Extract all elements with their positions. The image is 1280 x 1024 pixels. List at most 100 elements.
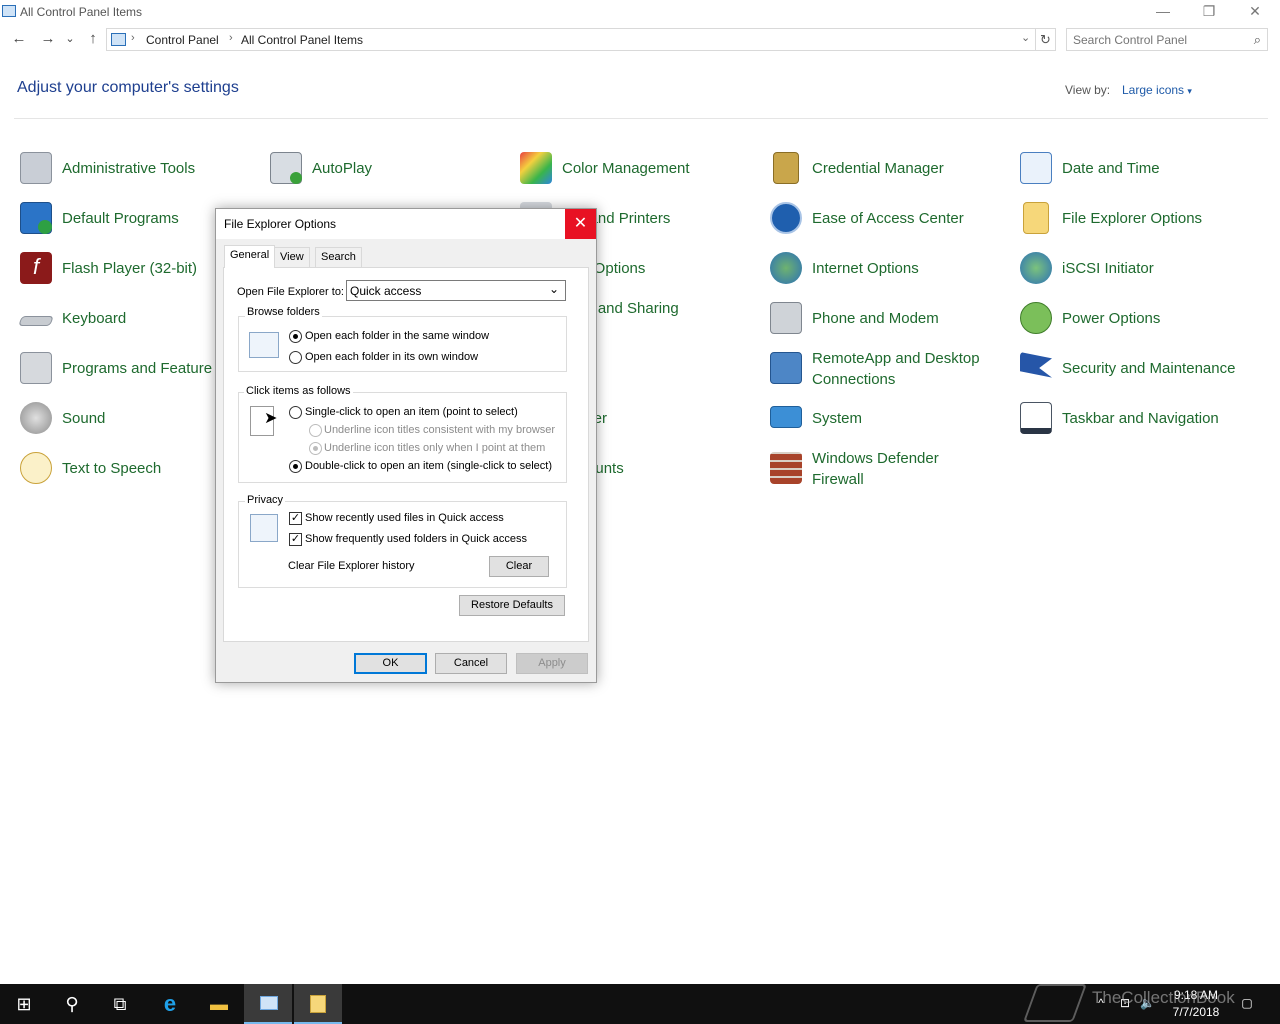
recent-files-checkbox[interactable]: ✓: [289, 512, 302, 525]
firewall-icon: [770, 452, 802, 484]
own-window-radio[interactable]: [289, 351, 302, 364]
item-iscsi-initiator[interactable]: iSCSI Initiator: [1020, 250, 1260, 290]
item-security-and-maintenance[interactable]: Security and Maintenance: [1020, 350, 1270, 390]
checkmark-icon: ✓: [290, 533, 301, 545]
item-windows-defender-firewall[interactable]: Windows Defender Firewall: [770, 450, 1000, 500]
search-input[interactable]: [1073, 32, 1243, 48]
item-label: AutoPlay: [312, 160, 373, 177]
search-icon[interactable]: ⚲: [48, 984, 96, 1024]
frequent-folders-label: Show frequently used folders in Quick ac…: [305, 533, 527, 545]
search-icon[interactable]: ⌕: [1254, 32, 1261, 48]
keyboard-icon: [18, 316, 54, 326]
ok-button[interactable]: OK: [354, 653, 427, 674]
speech-bubble-icon: [20, 452, 52, 484]
power-options-icon: [1020, 302, 1052, 334]
chevron-down-icon: ⌄: [548, 282, 559, 296]
watermark-text: TheCollectionBook: [1092, 988, 1235, 1007]
search-box[interactable]: ⌕: [1066, 28, 1268, 51]
file-explorer-icon[interactable]: ▬: [195, 984, 243, 1024]
item-label: Color Management: [562, 160, 690, 177]
item-text-to-speech[interactable]: Text to Speech: [20, 450, 240, 490]
address-row: ← → ⌄ ↑ › Control Panel › All Control Pa…: [0, 26, 1280, 54]
item-label: Internet Options: [812, 260, 919, 277]
programs-features-icon: [20, 352, 52, 384]
item-flash-player[interactable]: f Flash Player (32-bit): [20, 250, 240, 290]
item-ease-of-access[interactable]: Ease of Access Center: [770, 200, 990, 240]
administrative-tools-icon: [20, 152, 52, 184]
item-autoplay[interactable]: AutoPlay: [270, 150, 490, 190]
dialog-close-icon[interactable]: ✕: [565, 209, 596, 239]
start-windows-icon[interactable]: ⊞: [0, 984, 48, 1024]
item-remoteapp-connections[interactable]: RemoteApp and Desktop Connections: [770, 350, 1000, 400]
recent-locations-chevron-icon[interactable]: ⌄: [62, 28, 78, 50]
internet-explorer-icon[interactable]: e: [146, 984, 194, 1024]
item-label: Taskbar and Navigation: [1062, 410, 1219, 427]
item-label: File Explorer Options: [1062, 210, 1203, 227]
item-phone-and-modem[interactable]: Phone and Modem: [770, 300, 990, 340]
item-label: Text to Speech: [62, 460, 162, 477]
view-by-dropdown[interactable]: Large icons ▾: [1122, 83, 1192, 97]
frequent-folders-checkbox[interactable]: ✓: [289, 533, 302, 546]
item-power-options[interactable]: Power Options: [1020, 300, 1260, 340]
general-tab-panel: Open File Explorer to: Quick access ⌄ Br…: [223, 267, 589, 642]
clear-history-button[interactable]: Clear: [489, 556, 549, 577]
item-default-programs[interactable]: Default Programs: [20, 200, 240, 240]
item-sound[interactable]: Sound: [20, 400, 240, 440]
item-administrative-tools[interactable]: Administrative Tools: [20, 150, 240, 190]
item-label: Sound: [62, 410, 106, 427]
folder-options-icon: [1023, 202, 1049, 234]
privacy-label: Privacy: [245, 494, 286, 506]
item-system[interactable]: System: [770, 400, 990, 440]
apply-button[interactable]: Apply: [516, 653, 588, 674]
forward-arrow-icon[interactable]: →: [37, 28, 59, 50]
item-credential-manager[interactable]: Credential Manager: [770, 150, 990, 190]
item-label: iSCSI Initiator: [1062, 260, 1154, 277]
computer-monitor-icon: [770, 406, 802, 428]
underline-browser-radio[interactable]: [309, 424, 322, 437]
same-window-radio[interactable]: [289, 330, 302, 343]
tab-view[interactable]: View: [274, 247, 310, 267]
item-internet-options[interactable]: Internet Options: [770, 250, 990, 290]
folder-options-taskbar-icon[interactable]: [294, 984, 342, 1024]
back-arrow-icon[interactable]: ←: [8, 28, 30, 50]
item-label: Programs and Feature: [62, 360, 213, 377]
dialog-title-bar: File Explorer Options ✕: [216, 209, 596, 239]
breadcrumb-all-items[interactable]: All Control Panel Items: [241, 33, 363, 47]
iscsi-initiator-icon: [1020, 252, 1052, 284]
control-panel-icon: [111, 33, 126, 46]
restore-defaults-button[interactable]: Restore Defaults: [459, 595, 565, 616]
minimize-button[interactable]: —: [1140, 0, 1186, 24]
restore-button[interactable]: ❐: [1186, 0, 1232, 24]
item-taskbar-and-navigation[interactable]: Taskbar and Navigation: [1020, 400, 1260, 440]
underline-point-radio[interactable]: [309, 442, 322, 455]
item-label: Ease of Access Center: [812, 210, 964, 227]
address-dropdown-chevron-icon[interactable]: ⌄: [1021, 31, 1030, 44]
breadcrumb-control-panel[interactable]: Control Panel: [146, 33, 219, 47]
tab-general[interactable]: General: [224, 245, 276, 268]
up-arrow-icon[interactable]: ↑: [82, 28, 104, 50]
double-click-radio[interactable]: [289, 460, 302, 473]
item-file-explorer-options[interactable]: File Explorer Options: [1020, 200, 1260, 240]
cancel-button[interactable]: Cancel: [435, 653, 507, 674]
refresh-icon[interactable]: ↻: [1036, 28, 1056, 51]
flag-icon: [1020, 352, 1052, 378]
notification-center-icon[interactable]: ▢: [1238, 996, 1256, 1010]
item-programs-and-features[interactable]: Programs and Feature: [20, 350, 240, 390]
single-click-radio[interactable]: [289, 406, 302, 419]
item-label: Administrative Tools: [62, 160, 196, 177]
item-label: RemoteApp and Desktop Connections: [812, 350, 980, 388]
underline-browser-label: Underline icon titles consistent with my…: [324, 424, 556, 436]
close-button[interactable]: ✕: [1232, 0, 1278, 24]
item-date-and-time[interactable]: Date and Time: [1020, 150, 1260, 190]
tab-search[interactable]: Search: [315, 247, 362, 267]
item-color-management[interactable]: Color Management: [520, 150, 740, 190]
item-keyboard[interactable]: Keyboard: [18, 300, 240, 340]
control-panel-taskbar-icon[interactable]: [244, 984, 292, 1024]
underline-point-label: Underline icon titles only when I point …: [324, 442, 546, 454]
address-bar[interactable]: › Control Panel › All Control Panel Item…: [106, 28, 1036, 51]
own-window-label: Open each folder in its own window: [305, 351, 479, 363]
taskbar-icon: [1020, 402, 1052, 434]
open-to-dropdown[interactable]: Quick access ⌄: [346, 280, 566, 301]
task-view-icon[interactable]: ⧉: [96, 984, 144, 1024]
clear-history-label: Clear File Explorer history: [288, 560, 415, 572]
